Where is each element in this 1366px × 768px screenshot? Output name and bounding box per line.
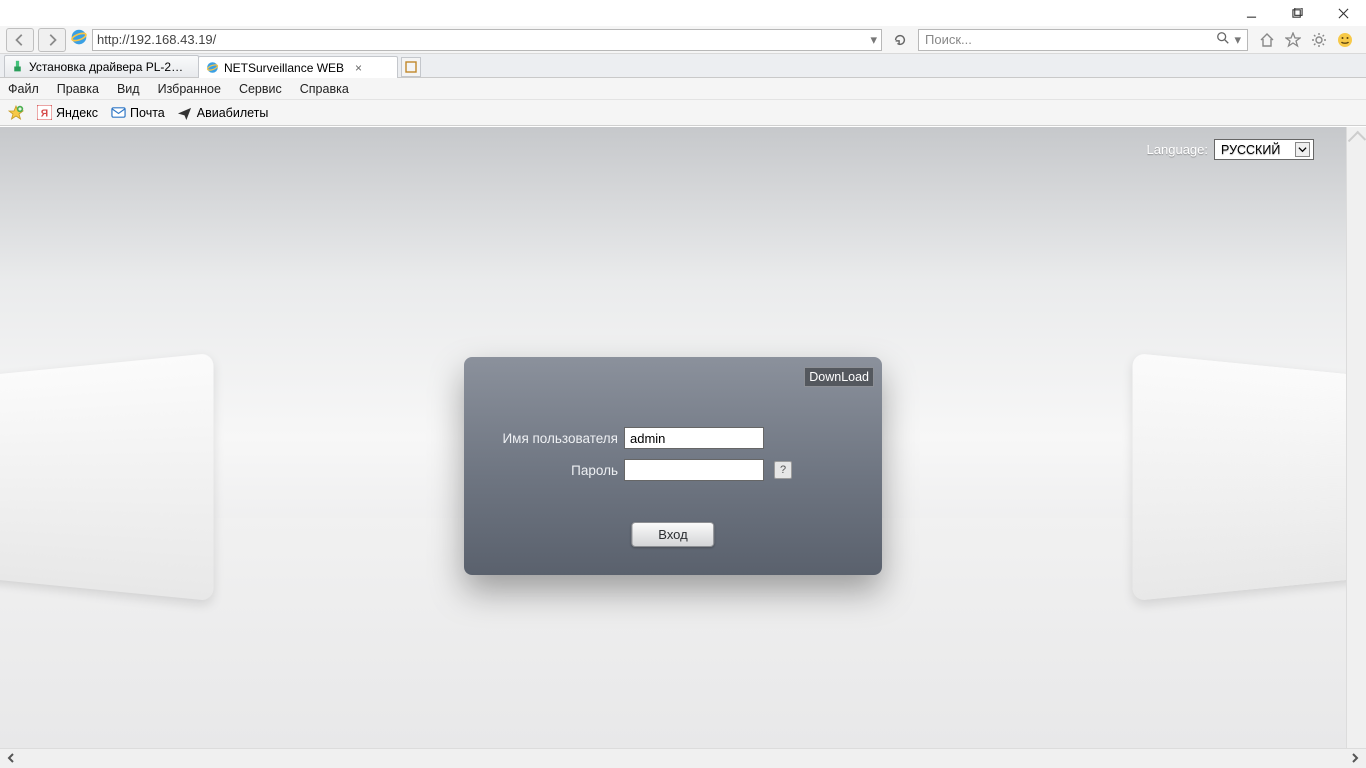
new-tab-button[interactable]	[401, 57, 421, 77]
address-bar-row: http://192.168.43.19/ ▾ Поиск... ▾	[0, 26, 1366, 54]
back-button[interactable]	[6, 28, 34, 52]
mail-icon	[110, 105, 126, 121]
search-caret-icon[interactable]: ▾	[1234, 32, 1241, 48]
plane-icon	[177, 105, 193, 121]
language-label: Language:	[1147, 142, 1208, 157]
address-input[interactable]: http://192.168.43.19/ ▾	[92, 29, 882, 51]
menu-bar: Файл Правка Вид Избранное Сервис Справка	[0, 78, 1366, 100]
language-value: РУССКИЙ	[1221, 143, 1280, 157]
password-input[interactable]	[624, 459, 764, 481]
ie-logo-icon	[70, 28, 88, 51]
ssl-caret-icon[interactable]: ▾	[870, 32, 877, 48]
login-panel: DownLoad Имя пользователя Пароль ? Вход	[464, 357, 882, 575]
search-icon[interactable]	[1216, 31, 1230, 48]
bg-wall-left	[0, 353, 214, 601]
tab-pl2303[interactable]: Установка драйвера PL-2303...	[4, 55, 199, 77]
svg-text:Я: Я	[40, 108, 47, 119]
favorites-star-icon[interactable]	[1284, 31, 1302, 49]
maximize-button[interactable]	[1274, 0, 1320, 26]
language-picker: Language: РУССКИЙ	[1147, 139, 1314, 160]
login-button[interactable]: Вход	[631, 522, 714, 547]
tab-label: Установка драйвера PL-2303...	[29, 60, 188, 74]
ie-page-icon	[205, 61, 219, 75]
download-button[interactable]: DownLoad	[804, 367, 874, 387]
username-label: Имя пользователя	[464, 431, 624, 446]
search-placeholder: Поиск...	[925, 32, 972, 47]
home-icon[interactable]	[1258, 31, 1276, 49]
minimize-button[interactable]	[1228, 0, 1274, 26]
tab-label: NETSurveillance WEB	[224, 61, 344, 75]
password-label: Пароль	[464, 463, 624, 478]
chevron-down-icon	[1295, 142, 1310, 157]
close-button[interactable]	[1320, 0, 1366, 26]
scroll-left-icon[interactable]	[6, 750, 16, 768]
scroll-right-icon[interactable]	[1350, 750, 1360, 768]
device-icon	[11, 60, 24, 74]
menu-service[interactable]: Сервис	[239, 82, 282, 96]
fav-flights[interactable]: Авиабилеты	[177, 105, 269, 121]
smiley-icon[interactable]	[1336, 31, 1354, 49]
tabs-row: Установка драйвера PL-2303... NETSurveil…	[0, 54, 1366, 78]
password-row: Пароль ?	[464, 459, 882, 481]
fav-yandex[interactable]: Я Яндекс	[36, 105, 98, 121]
username-input[interactable]	[624, 427, 764, 449]
menu-edit[interactable]: Правка	[57, 82, 99, 96]
fav-mail[interactable]: Почта	[110, 105, 165, 121]
refresh-button[interactable]	[886, 33, 914, 47]
vertical-scrollbar[interactable]	[1346, 127, 1366, 748]
window-controls	[1228, 0, 1366, 26]
yandex-icon: Я	[36, 105, 52, 121]
add-favorite-icon[interactable]	[8, 105, 24, 121]
menu-fav[interactable]: Избранное	[158, 82, 221, 96]
tab-close-icon[interactable]: ×	[355, 61, 362, 75]
page-content: Language: РУССКИЙ DownLoad Имя пользоват…	[0, 127, 1346, 748]
browser-tool-icons	[1258, 31, 1354, 49]
tab-netsurveillance[interactable]: NETSurveillance WEB ×	[198, 56, 398, 78]
forward-button[interactable]	[38, 28, 66, 52]
horizontal-scrollbar[interactable]	[0, 748, 1366, 768]
favorites-bar: Я Яндекс Почта Авиабилеты	[0, 100, 1366, 126]
menu-help[interactable]: Справка	[300, 82, 349, 96]
menu-view[interactable]: Вид	[117, 82, 140, 96]
fav-label: Авиабилеты	[197, 106, 269, 120]
address-text: http://192.168.43.19/	[97, 32, 216, 47]
password-help-button[interactable]: ?	[774, 461, 792, 479]
username-row: Имя пользователя	[464, 427, 882, 449]
fav-label: Яндекс	[56, 106, 98, 120]
bg-wall-right	[1132, 353, 1346, 601]
menu-file[interactable]: Файл	[8, 82, 39, 96]
fav-label: Почта	[130, 106, 165, 120]
tools-gear-icon[interactable]	[1310, 31, 1328, 49]
language-select[interactable]: РУССКИЙ	[1214, 139, 1314, 160]
search-input[interactable]: Поиск... ▾	[918, 29, 1248, 51]
